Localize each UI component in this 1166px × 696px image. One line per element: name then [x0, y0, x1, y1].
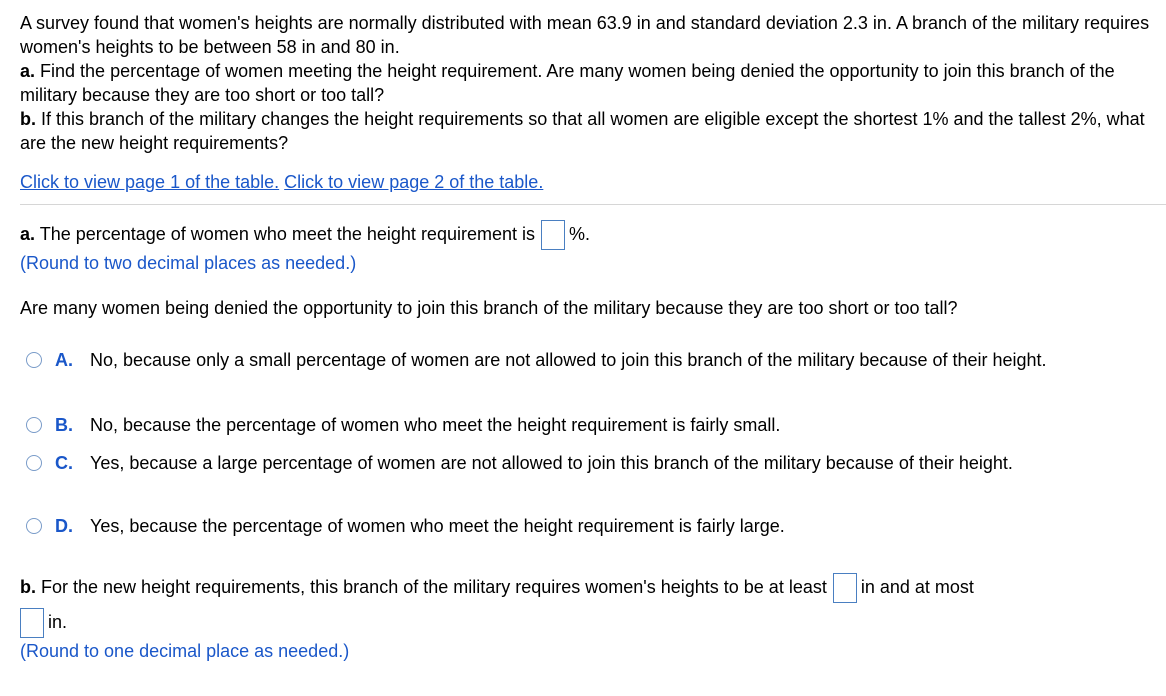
- option-c-radio[interactable]: [26, 455, 42, 471]
- round-hint-a: (Round to two decimal places as needed.): [20, 253, 357, 273]
- option-a-letter: A.: [55, 350, 73, 370]
- answer-b-label: b.: [20, 576, 36, 597]
- option-b-letter: B.: [55, 415, 73, 435]
- option-d-radio[interactable]: [26, 518, 42, 534]
- option-b-text: No, because the percentage of women who …: [90, 415, 781, 435]
- option-b[interactable]: B. No, because the percentage of women w…: [26, 413, 1146, 437]
- part-a-text: Find the percentage of women meeting the…: [20, 61, 1115, 105]
- answer-b-between: in and at most: [860, 576, 974, 597]
- question-text: Are many women being denied the opportun…: [20, 298, 958, 318]
- section-divider: [20, 204, 1166, 205]
- max-height-input[interactable]: [20, 608, 44, 638]
- problem-intro: A survey found that women's heights are …: [20, 13, 1150, 57]
- table-links: Click to view page 1 of the table. Click…: [20, 170, 543, 194]
- option-d[interactable]: D. Yes, because the percentage of women …: [26, 514, 1146, 538]
- answer-a-row: a. The percentage of women who meet the …: [20, 220, 590, 250]
- option-b-radio[interactable]: [26, 417, 42, 433]
- answer-b-text: For the new height requirements, this br…: [41, 576, 827, 597]
- option-c-letter: C.: [55, 453, 73, 473]
- option-d-letter: D.: [55, 516, 73, 536]
- percent-unit: %.: [568, 223, 590, 244]
- option-a[interactable]: A. No, because only a small percentage o…: [26, 348, 1146, 372]
- option-d-text: Yes, because the percentage of women who…: [90, 516, 785, 536]
- min-height-input[interactable]: [832, 573, 857, 603]
- answer-a-text: The percentage of women who meet the hei…: [39, 223, 535, 244]
- part-b-text: If this branch of the military changes t…: [20, 109, 1145, 153]
- option-c-text: Yes, because a large percentage of women…: [90, 453, 1013, 473]
- percentage-input[interactable]: [540, 220, 565, 250]
- view-table-page-2-link[interactable]: Click to view page 2 of the table.: [284, 172, 543, 192]
- answer-a-label: a.: [20, 223, 36, 244]
- option-c[interactable]: C. Yes, because a large percentage of wo…: [26, 451, 1146, 475]
- round-hint-b: (Round to one decimal place as needed.): [20, 641, 350, 661]
- option-a-text: No, because only a small percentage of w…: [90, 350, 1047, 370]
- answer-b-unit: in.: [48, 611, 68, 632]
- part-a-label: a.: [20, 61, 36, 81]
- answer-b-row-2: in.: [20, 608, 67, 638]
- problem-statement: A survey found that women's heights are …: [20, 11, 1160, 155]
- part-b-label: b.: [20, 109, 36, 129]
- answer-b-row: b. For the new height requirements, this…: [20, 573, 974, 603]
- view-table-page-1-link[interactable]: Click to view page 1 of the table.: [20, 172, 279, 192]
- option-a-radio[interactable]: [26, 352, 42, 368]
